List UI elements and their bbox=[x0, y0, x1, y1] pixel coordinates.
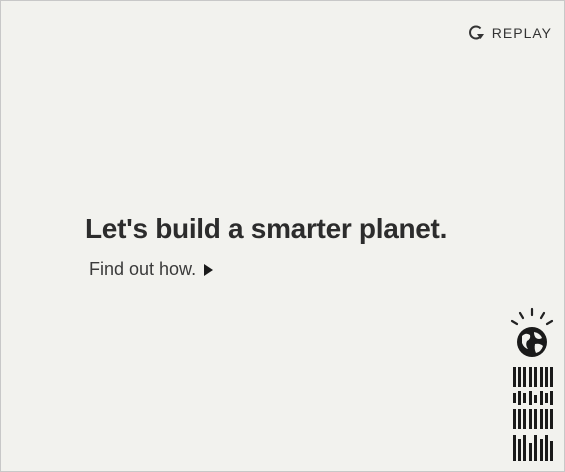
play-triangle-icon bbox=[204, 263, 214, 276]
find-out-how-link[interactable]: Find out how. bbox=[89, 259, 214, 280]
headline: Let's build a smarter planet. bbox=[85, 213, 448, 244]
ibm-logo bbox=[513, 367, 553, 461]
ad-banner[interactable]: REPLAY Let's build a smarter planet. Fin… bbox=[0, 0, 565, 472]
smarter-planet-globe-icon bbox=[510, 307, 554, 357]
brand-block[interactable] bbox=[501, 307, 561, 467]
replay-arrow-icon bbox=[468, 25, 484, 40]
cta-label: Find out how. bbox=[89, 259, 197, 279]
replay-button[interactable]: REPLAY bbox=[466, 23, 552, 43]
replay-label: REPLAY bbox=[491, 25, 552, 41]
